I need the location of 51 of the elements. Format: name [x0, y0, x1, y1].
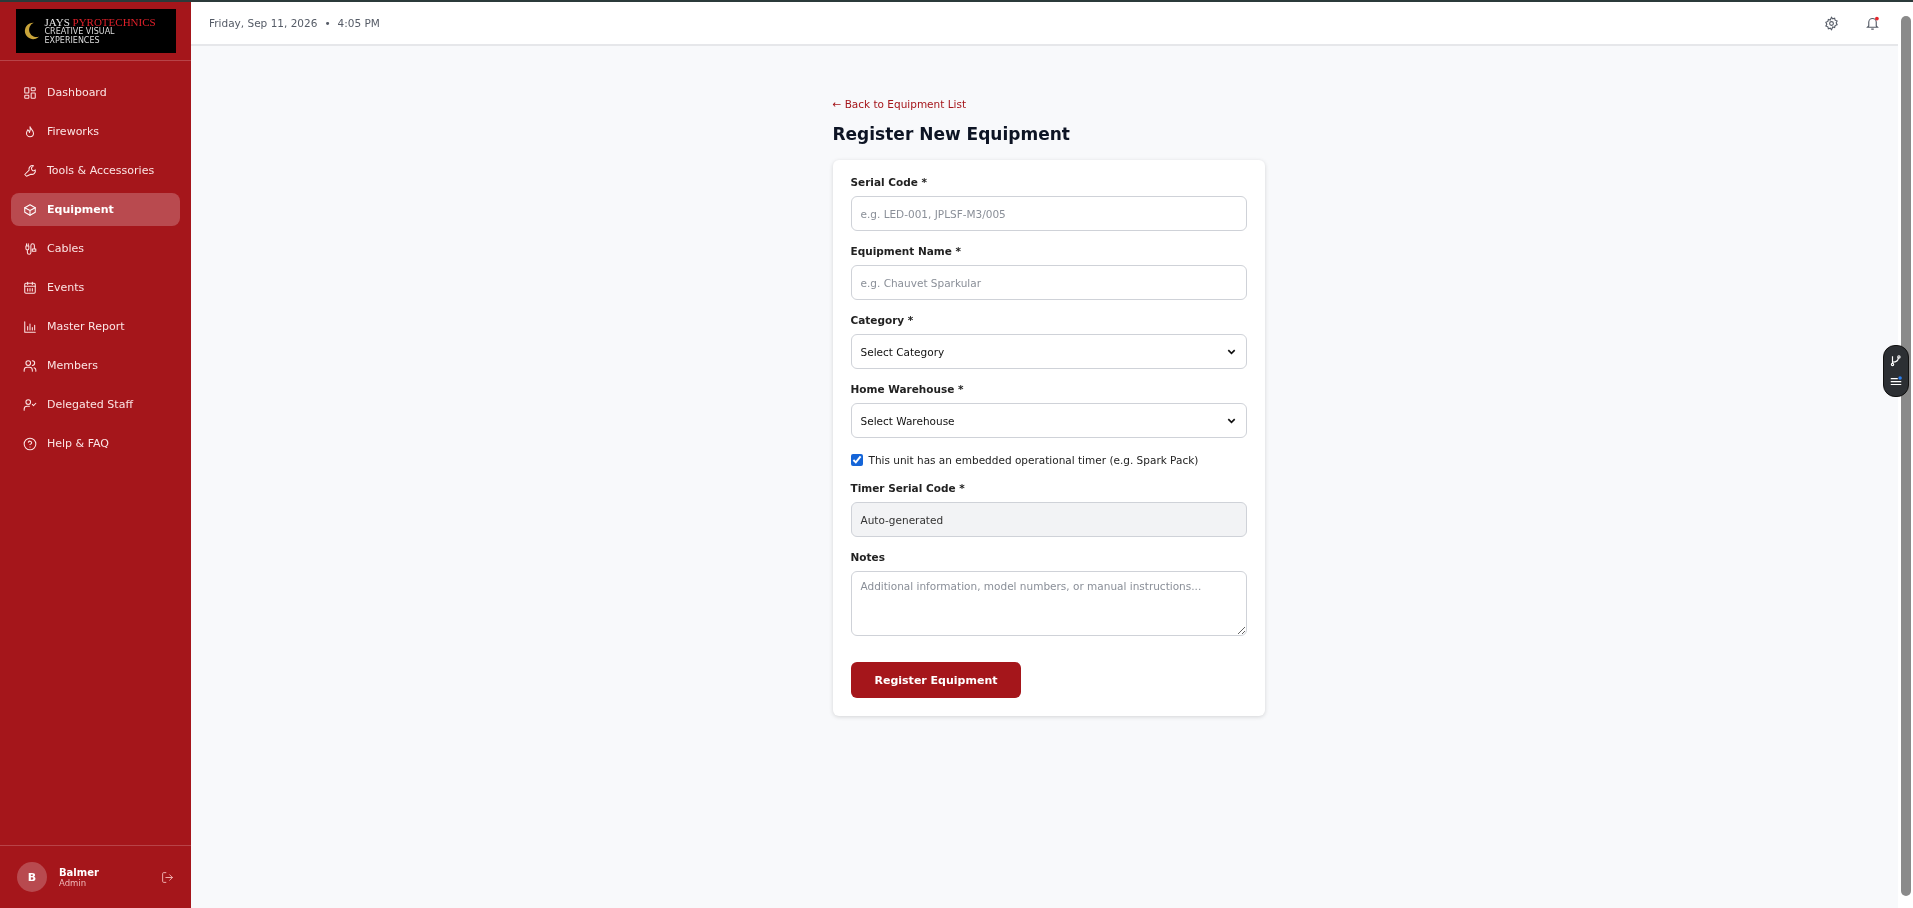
- bar-chart-icon: [23, 319, 37, 334]
- register-equipment-button[interactable]: Register Equipment: [850, 662, 1022, 698]
- page-title: Register New Equipment: [832, 124, 1071, 144]
- field-label: Equipment Name *: [850, 245, 963, 257]
- wrench-icon: [23, 163, 37, 178]
- input-field[interactable]: e.g. Chauvet Sparkular: [850, 265, 1247, 300]
- grid-icon: [23, 85, 37, 100]
- flame-icon: [23, 124, 37, 139]
- notes-textarea[interactable]: Additional information, model numbers, or manual instructions...: [850, 571, 1247, 636]
- nav-item[interactable]: Members: [11, 349, 180, 382]
- nav-item[interactable]: Help & FAQ: [11, 427, 180, 460]
- user-role: Admin: [59, 877, 88, 888]
- checkbox[interactable]: [850, 454, 863, 466]
- separator-dot: •: [324, 17, 331, 29]
- floating-widget-drawing[interactable]: [1883, 345, 1909, 397]
- nav-item[interactable]: Equipment: [11, 193, 180, 226]
- field-label: Notes: [850, 551, 886, 563]
- settings-icon[interactable]: [1824, 15, 1839, 31]
- nav-item[interactable]: Fireworks: [11, 115, 180, 148]
- field-label: Serial Code *: [850, 176, 928, 188]
- nav-item[interactable]: Events: [11, 271, 180, 304]
- notification-bell-icon[interactable]: [1865, 15, 1880, 31]
- back-link[interactable]: ← Back to Equipment List: [832, 98, 1265, 110]
- scrollbar[interactable]: [1901, 16, 1911, 896]
- user-check-icon: [23, 397, 37, 412]
- logo-text: PYROTECHNICS: [72, 16, 156, 29]
- field-label: Home Warehouse *: [850, 383, 965, 395]
- nav-item[interactable]: Master Report: [11, 310, 180, 343]
- calendar-icon: [23, 280, 37, 295]
- nav-item[interactable]: Cables: [11, 232, 180, 265]
- checkbox-label: This unit has an embedded operational timer (e.g. Spark Pack): [868, 454, 1199, 466]
- logo-text: JAYS: [44, 16, 70, 29]
- logo-tagline: CREATIVE VISUAL EXPERIENCES: [44, 28, 115, 46]
- user-name: Balmer: [59, 866, 100, 878]
- logout-icon[interactable]: [161, 870, 174, 884]
- date-text: Friday, Sep 11, 2026: [209, 17, 318, 29]
- help-icon: [23, 436, 37, 451]
- select-dropdown[interactable]: Select Warehouse: [850, 403, 1247, 438]
- nav-item[interactable]: Dashboard: [11, 76, 180, 109]
- box-icon: [23, 202, 37, 217]
- field-label: Timer Serial Code *: [850, 482, 966, 494]
- field-label: Category *: [850, 314, 915, 326]
- nav-item[interactable]: Delegated Staff: [11, 388, 180, 421]
- user-avatar: B: [17, 862, 47, 892]
- nav-item[interactable]: Tools & Accessories: [11, 154, 180, 187]
- time-text: 4:05 PM: [337, 17, 380, 29]
- input-field[interactable]: e.g. LED-001, JPLSF-M3/005: [850, 196, 1247, 231]
- users-icon: [23, 358, 37, 373]
- plug-icon: [23, 241, 37, 256]
- readonly-field: Auto-generated: [850, 502, 1247, 537]
- select-dropdown[interactable]: Select Category: [850, 334, 1247, 369]
